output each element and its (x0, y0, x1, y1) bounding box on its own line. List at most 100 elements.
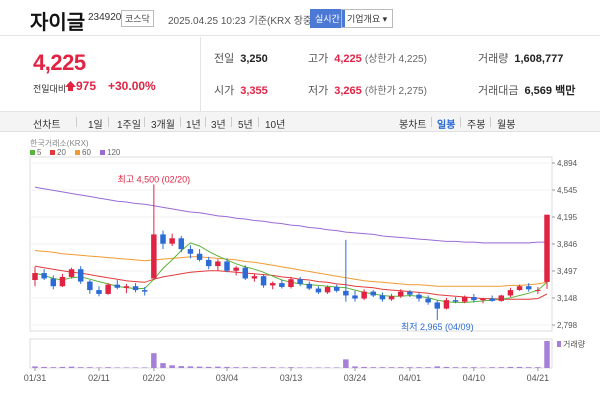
divider (200, 37, 201, 112)
candle-body (68, 269, 75, 277)
candle-body (544, 214, 550, 282)
volume-bar (525, 367, 532, 368)
candle-body (233, 267, 239, 271)
candle-body (489, 298, 495, 301)
tab-divider (460, 117, 461, 127)
volume-bar (489, 367, 495, 368)
y-tick-label: 4,894 (557, 159, 578, 168)
volume-frame (29, 338, 553, 369)
candle-body (41, 273, 47, 279)
candle-body (516, 286, 523, 291)
stat-value: 6,569 (524, 85, 553, 97)
low-annotation: 최저 2,965 (04/09) (401, 322, 474, 332)
volume-bar (196, 366, 203, 368)
x-tick-label: 03/04 (216, 373, 239, 383)
candle-body (178, 238, 185, 250)
candle-body (50, 278, 57, 287)
company-info-dropdown[interactable]: 기업개요 ▾ (341, 9, 394, 28)
volume-bar (288, 367, 294, 368)
y-axis: 4,894 4,545 4,195 3,846 3,497 3,148 2,798 (552, 159, 578, 330)
volume-bar (59, 366, 66, 368)
current-price: 4,225 (33, 50, 86, 75)
candle-body (132, 286, 139, 291)
volume-bar (343, 359, 349, 368)
tab-divider (76, 117, 77, 127)
y-tick-label: 3,497 (557, 267, 578, 276)
tab-weekly[interactable]: 주봉 (467, 116, 485, 131)
tab-1week[interactable]: 1주일 (117, 116, 141, 131)
tab-10year[interactable]: 10년 (265, 116, 285, 131)
source-label: 한국거래소(KRX) (30, 139, 89, 148)
volume-bar (279, 367, 285, 368)
legend-label: 120 (107, 148, 121, 157)
tab-1day[interactable]: 1일 (88, 116, 103, 131)
candle-body (105, 284, 111, 294)
candle-body (279, 283, 285, 287)
stat-value: 3,265 (334, 85, 362, 97)
legend-swatch (100, 150, 105, 155)
tab-divider (205, 117, 206, 127)
stat-label: 저가 (308, 85, 329, 97)
candle-body (288, 279, 294, 287)
volume-bar (416, 367, 422, 368)
chart-annotations: 최고 4,500 (02/20) 최저 2,965 (04/09) (118, 174, 474, 332)
stat-sub: (하한가 2,275) (364, 86, 427, 97)
candle-body (498, 295, 505, 301)
volume-bar (151, 353, 157, 368)
volume-bar (324, 367, 331, 368)
volume-bar (41, 366, 47, 368)
volume-bar (96, 367, 102, 368)
candle-body (160, 234, 166, 244)
tab-monthly[interactable]: 월봉 (497, 116, 515, 131)
x-tick-label: 04/10 (463, 373, 486, 383)
candle-body (187, 249, 194, 254)
tab-line-chart[interactable]: 선차트 (33, 116, 61, 131)
candle-body (452, 300, 459, 302)
x-tick-label: 02/20 (143, 373, 166, 383)
y-tick-label: 3,148 (557, 294, 578, 303)
volume-bar (480, 367, 486, 368)
candle-body (205, 259, 212, 267)
tab-divider (231, 117, 232, 127)
candle-body (361, 291, 367, 299)
tab-1year[interactable]: 1년 (186, 116, 201, 131)
y-tick-label: 4,195 (557, 213, 578, 222)
volume-bar (471, 367, 477, 368)
volume-bar (178, 366, 185, 368)
price-summary: 4,225 전일대비 975 +30.00% 전일 3,250 시가 3,355 고… (0, 37, 600, 112)
legend-label: 60 (82, 148, 91, 157)
candle-body (416, 294, 422, 299)
realtime-button[interactable]: 실시간 (310, 9, 345, 28)
tab-divider (431, 117, 432, 127)
volume-bar (132, 367, 139, 368)
stock-chart[interactable]: 한국거래소(KRX) 5 20 60 120 최고 4,500 (02/20) 최저 2… (0, 135, 600, 403)
volume-bar (443, 366, 450, 368)
volume-bar (333, 367, 340, 368)
candle-body (535, 290, 541, 292)
volume-bar (77, 367, 84, 368)
tab-candle-chart[interactable]: 봉차트 (399, 116, 427, 131)
volume-bar (461, 367, 468, 368)
stat-label: 고가 (308, 53, 329, 65)
stock-header: 자이글 234920 코스닥 2025.04.25 10:23 기준(KRX 장… (0, 0, 600, 36)
tab-3year[interactable]: 3년 (211, 116, 226, 131)
tab-3month[interactable]: 3개월 (151, 116, 175, 131)
tab-divider (180, 117, 181, 127)
candle-body (87, 281, 93, 291)
volume-label: 거래량 (563, 339, 586, 349)
volume-bar (169, 365, 175, 368)
candle-body (525, 286, 532, 290)
legend-swatch (50, 150, 55, 155)
volume-bar (242, 367, 249, 368)
candle-body (434, 302, 441, 309)
candle-body (507, 290, 514, 296)
candle-body (306, 283, 313, 289)
candle-body (224, 261, 230, 271)
candle-body (269, 283, 276, 286)
tab-daily[interactable]: 일봉 (437, 116, 455, 131)
stock-name: 자이글 (30, 12, 86, 34)
stat-unit: 백만 (555, 85, 576, 97)
candles (32, 193, 550, 313)
volume-bar (434, 366, 441, 368)
tab-5year[interactable]: 5년 (238, 116, 253, 131)
